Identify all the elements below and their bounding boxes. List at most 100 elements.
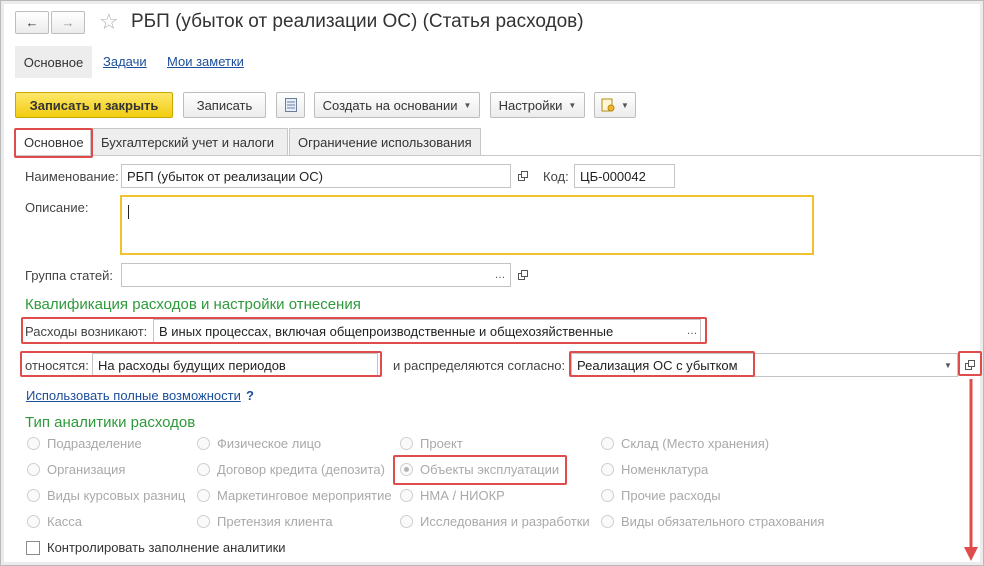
radio-intangible[interactable]: НМА / НИОКР bbox=[400, 488, 505, 503]
tab-restrictions[interactable]: Ограничение использования bbox=[289, 128, 481, 156]
radio-label: Физическое лицо bbox=[217, 436, 322, 451]
arrow-right-icon: → bbox=[61, 15, 75, 30]
arise-label: Расходы возникают: bbox=[25, 324, 148, 339]
settings-label: Настройки bbox=[498, 97, 563, 113]
tab-restrictions-label: Ограничение использования bbox=[298, 134, 472, 150]
attachments-button[interactable]: ▼ bbox=[594, 92, 636, 118]
radio-insurance[interactable]: Виды обязательного страхования bbox=[601, 514, 824, 529]
control-analytics-checkbox[interactable]: Контролировать заполнение аналитики bbox=[26, 540, 286, 555]
nav-tab-tasks[interactable]: Задачи bbox=[103, 54, 147, 69]
settings-button[interactable]: Настройки ▼ bbox=[490, 92, 585, 118]
relate-label: относятся: bbox=[25, 358, 89, 373]
radio-circle bbox=[27, 463, 40, 476]
forward-button[interactable]: → bbox=[51, 11, 85, 34]
text-cursor bbox=[128, 205, 129, 219]
radio-circle bbox=[197, 463, 210, 476]
radio-project[interactable]: Проект bbox=[400, 436, 463, 451]
favorite-star-icon[interactable]: ☆ bbox=[99, 9, 119, 35]
radio-warehouse[interactable]: Склад (Место хранения) bbox=[601, 436, 769, 451]
radio-circle bbox=[400, 489, 413, 502]
radio-label: Виды обязательного страхования bbox=[621, 514, 825, 529]
tab-accounting-label: Бухгалтерский учет и налоги bbox=[101, 134, 274, 150]
radio-organization[interactable]: Организация bbox=[27, 462, 125, 477]
tab-divider bbox=[15, 155, 981, 156]
arrow-left-icon: ← bbox=[25, 15, 39, 30]
radio-claim[interactable]: Претензия клиента bbox=[197, 514, 333, 529]
radio-circle bbox=[601, 489, 614, 502]
tab-main[interactable]: Основное bbox=[15, 128, 91, 156]
open-icon[interactable] bbox=[512, 165, 534, 187]
relate-value: На расходы будущих периодов bbox=[98, 357, 286, 373]
radio-nomenclature[interactable]: Номенклатура bbox=[601, 462, 708, 477]
back-button[interactable]: ← bbox=[15, 11, 49, 34]
relate-field[interactable]: На расходы будущих периодов bbox=[92, 353, 378, 377]
radio-circle bbox=[601, 515, 614, 528]
report-button[interactable] bbox=[276, 92, 305, 118]
select-ellipsis-icon[interactable]: … bbox=[681, 320, 703, 342]
nav-tab-main[interactable]: Основное bbox=[15, 46, 92, 78]
arise-value: В иных процессах, включая общепроизводст… bbox=[159, 323, 614, 339]
code-value: ЦБ-000042 bbox=[580, 168, 646, 184]
arise-field[interactable]: В иных процессах, включая общепроизводст… bbox=[153, 319, 701, 343]
code-label: Код: bbox=[543, 169, 569, 184]
radio-circle bbox=[27, 515, 40, 528]
radio-circle-selected bbox=[400, 463, 413, 476]
window: ← → ☆ РБП (убыток от реализации ОС) (Ста… bbox=[0, 0, 984, 566]
group-field[interactable] bbox=[121, 263, 511, 287]
radio-person[interactable]: Физическое лицо bbox=[197, 436, 321, 451]
radio-operation-objects[interactable]: Объекты эксплуатации bbox=[400, 462, 559, 477]
create-based-on-button[interactable]: Создать на основании ▼ bbox=[314, 92, 480, 118]
radio-cashbox[interactable]: Касса bbox=[27, 514, 82, 529]
save-button[interactable]: Записать bbox=[183, 92, 266, 118]
radio-circle bbox=[601, 437, 614, 450]
radio-label: Объекты эксплуатации bbox=[420, 462, 560, 477]
radio-other-expenses[interactable]: Прочие расходы bbox=[601, 488, 721, 503]
code-field[interactable]: ЦБ-000042 bbox=[574, 164, 675, 188]
tab-accounting[interactable]: Бухгалтерский учет и налоги bbox=[92, 128, 288, 156]
select-ellipsis-icon[interactable]: … bbox=[489, 264, 511, 286]
radio-label: Проект bbox=[420, 436, 463, 451]
red-arrow-down-icon bbox=[964, 379, 978, 561]
radio-label: Номенклатура bbox=[621, 462, 709, 477]
document-clip-icon bbox=[601, 98, 615, 112]
radio-label: Касса bbox=[47, 514, 83, 529]
radio-circle bbox=[27, 489, 40, 502]
open-icon[interactable] bbox=[959, 354, 981, 376]
chevron-down-icon: ▼ bbox=[621, 100, 629, 110]
chevron-down-icon: ▼ bbox=[463, 100, 472, 110]
description-label: Описание: bbox=[25, 200, 89, 215]
radio-research[interactable]: Исследования и разработки bbox=[400, 514, 590, 529]
save-and-close-button[interactable]: Записать и закрыть bbox=[15, 92, 173, 118]
radio-circle bbox=[197, 437, 210, 450]
open-icon[interactable] bbox=[512, 264, 534, 286]
radio-exchange-diff[interactable]: Виды курсовых разниц bbox=[27, 488, 185, 503]
page-title: РБП (убыток от реализации ОС) (Статья ра… bbox=[131, 11, 584, 32]
description-field[interactable] bbox=[120, 195, 814, 255]
control-analytics-label: Контролировать заполнение аналитики bbox=[47, 540, 286, 555]
save-and-close-label: Записать и закрыть bbox=[29, 97, 159, 113]
help-button[interactable]: ? bbox=[246, 388, 254, 403]
radio-label: Исследования и разработки bbox=[420, 514, 590, 529]
radio-label: Претензия клиента bbox=[217, 514, 333, 529]
distribute-label: и распределяются согласно: bbox=[393, 358, 566, 373]
radio-department[interactable]: Подразделение bbox=[27, 436, 142, 451]
name-value: РБП (убыток от реализации ОС) bbox=[127, 168, 323, 184]
radio-label: Склад (Место хранения) bbox=[621, 436, 770, 451]
analytics-title: Тип аналитики расходов bbox=[25, 414, 196, 431]
radio-credit-contract[interactable]: Договор кредита (депозита) bbox=[197, 462, 385, 477]
radio-marketing[interactable]: Маркетинговое мероприятие bbox=[197, 488, 392, 503]
radio-label: Маркетинговое мероприятие bbox=[217, 488, 392, 503]
radio-circle bbox=[601, 463, 614, 476]
distribute-field[interactable]: Реализация ОС с убытком bbox=[571, 353, 958, 377]
radio-circle bbox=[27, 437, 40, 450]
full-features-link[interactable]: Использовать полные возможности bbox=[26, 388, 241, 403]
distribute-value: Реализация ОС с убытком bbox=[577, 357, 738, 373]
name-field[interactable]: РБП (убыток от реализации ОС) bbox=[121, 164, 511, 188]
qualification-title: Квалификация расходов и настройки отнесе… bbox=[25, 296, 361, 313]
nav-tab-notes[interactable]: Мои заметки bbox=[167, 54, 244, 69]
radio-label: Виды курсовых разниц bbox=[47, 488, 186, 503]
chevron-down-icon[interactable]: ▼ bbox=[937, 354, 959, 376]
radio-label: Организация bbox=[47, 462, 126, 477]
radio-circle bbox=[197, 489, 210, 502]
radio-label: Договор кредита (депозита) bbox=[217, 462, 385, 477]
